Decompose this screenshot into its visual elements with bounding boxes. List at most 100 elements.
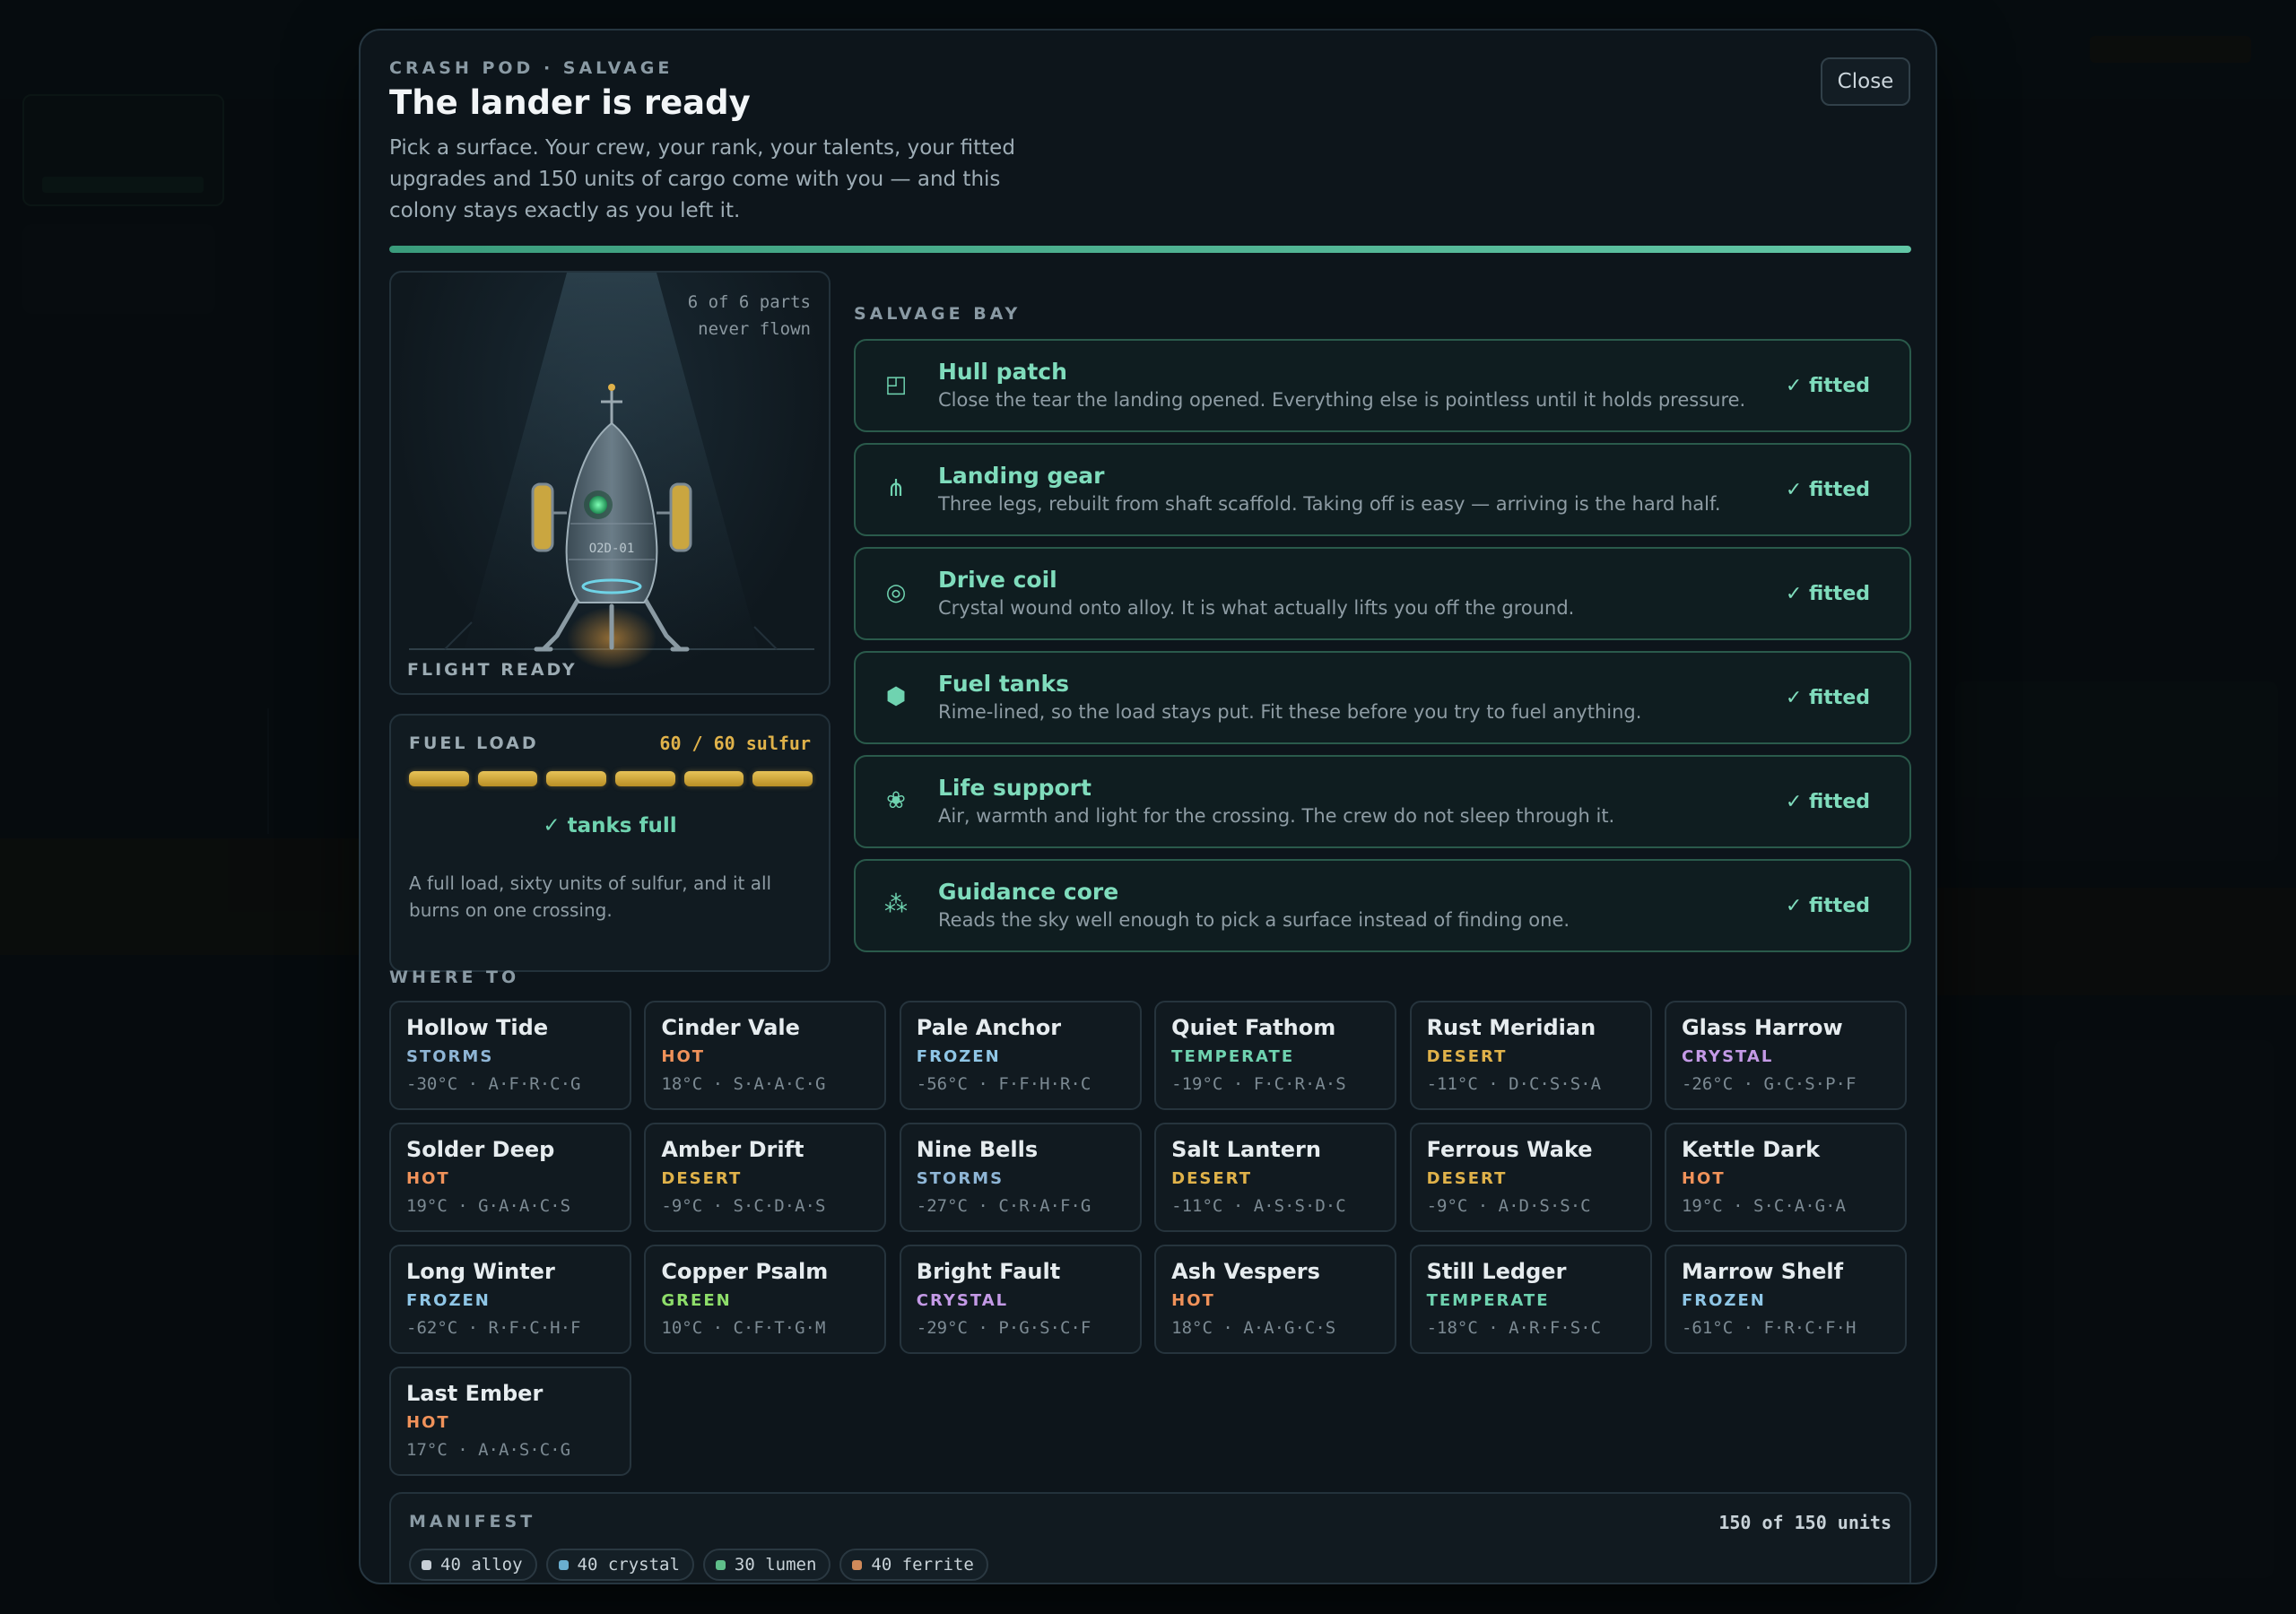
destination-name: Quiet Fathom <box>1171 1015 1336 1040</box>
fuel-cell <box>683 771 744 786</box>
destination-card[interactable]: Hollow Tide STORMS -30°C · A·F·R·C·G <box>389 1001 631 1110</box>
destination-card[interactable]: Ferrous Wake DESERT -9°C · A·D·S·S·C <box>1409 1123 1652 1232</box>
destination-card[interactable]: Ash Vespers HOT 18°C · A·A·G·C·S <box>1154 1245 1397 1354</box>
destination-card[interactable]: Kettle Dark HOT 19°C · S·C·A·G·A <box>1664 1123 1907 1232</box>
destination-climate: STORMS <box>406 1047 494 1066</box>
destination-climate: CRYSTAL <box>916 1291 1009 1310</box>
destination-card[interactable]: Long Winter FROZEN -62°C · R·F·C·H·F <box>389 1245 631 1354</box>
destination-climate: HOT <box>406 1413 450 1432</box>
destination-card[interactable]: Marrow Shelf FROZEN -61°C · F·R·C·F·H <box>1664 1245 1907 1354</box>
destination-card[interactable]: Solder Deep HOT 19°C · G·A·A·C·S <box>389 1123 631 1232</box>
salvage-part-card[interactable]: ❀ Life support Air, warmth and light for t… <box>854 755 1911 848</box>
separator: · <box>1467 1196 1499 1216</box>
destination-meta: -29°C · P·G·S·C·F <box>917 1318 1091 1338</box>
destination-climate: DESERT <box>1171 1169 1252 1188</box>
destination-climate: HOT <box>661 1047 706 1066</box>
lander-preview: O2D-01 6 of 6 parts never flown FLIGHT R… <box>389 271 831 695</box>
destination-card[interactable]: Quiet Fathom TEMPERATE -19°C · F·C·R·A·S <box>1154 1001 1397 1110</box>
separator: · <box>457 1074 489 1094</box>
destination-card[interactable]: Glass Harrow CRYSTAL -26°C · G·C·S·P·F <box>1664 1001 1907 1110</box>
salvage-part-card[interactable]: ⋔ Landing gear Three legs, rebuilt from sh… <box>854 443 1911 536</box>
destination-resource-codes: A·R·F·S·C <box>1509 1318 1602 1338</box>
destination-name: Amber Drift <box>661 1137 804 1162</box>
side-tank-left <box>531 482 554 552</box>
destination-name: Still Ledger <box>1426 1259 1567 1284</box>
destination-card[interactable]: Copper Psalm GREEN 10°C · C·F·T·G·M <box>644 1245 887 1354</box>
destination-resource-codes: F·F·H·R·C <box>998 1074 1091 1094</box>
destination-name: Ash Vespers <box>1171 1259 1320 1284</box>
destination-name: Cinder Vale <box>661 1015 800 1040</box>
destination-temperature: -62°C <box>406 1318 458 1338</box>
destination-resource-codes: A·D·S·S·C <box>1498 1196 1591 1216</box>
separator: · <box>967 1074 999 1094</box>
destination-temperature: -30°C <box>406 1074 458 1094</box>
destination-card[interactable]: Cinder Vale HOT 18°C · S·A·A·C·G <box>644 1001 887 1110</box>
destination-climate: DESERT <box>661 1169 743 1188</box>
destination-name: Salt Lantern <box>1171 1137 1321 1162</box>
separator: · <box>457 1318 489 1338</box>
destination-climate: CRYSTAL <box>1681 1047 1774 1066</box>
landing-gear-icon: ⋔ <box>886 475 906 502</box>
destination-resource-codes: A·S·S·D·C <box>1253 1196 1346 1216</box>
destination-card[interactable]: Amber Drift DESERT -9°C · S·C·D·A·S <box>644 1123 887 1232</box>
salvage-part-card[interactable]: ⬢ Fuel tanks Rime-lined, so the load stays… <box>854 651 1911 744</box>
destination-resource-codes: A·A·S·C·G <box>478 1440 571 1460</box>
cargo-color-swatch <box>715 1559 726 1570</box>
close-button[interactable]: Close <box>1821 57 1910 106</box>
salvage-part-card[interactable]: ◰ Hull patch Close the tear the landing op… <box>854 339 1911 432</box>
destination-card[interactable]: Rust Meridian DESERT -11°C · D·C·S·S·A <box>1409 1001 1652 1110</box>
side-tank-right <box>669 482 692 552</box>
separator: · <box>1477 1074 1509 1094</box>
salvage-part-card[interactable]: ⁂ Guidance core Reads the sky well enough … <box>854 859 1911 952</box>
parts-count: 6 of 6 parts never flown <box>688 289 811 343</box>
destination-resource-codes: F·C·R·A·S <box>1253 1074 1346 1094</box>
separator: · <box>447 1440 479 1460</box>
destination-card[interactable]: Bright Fault CRYSTAL -29°C · P·G·S·C·F <box>899 1245 1142 1354</box>
destination-card[interactable]: Nine Bells STORMS -27°C · C·R·A·F·G <box>899 1123 1142 1232</box>
destination-temperature: -19°C <box>1171 1074 1223 1094</box>
destination-meta: 17°C · A·A·S·C·G <box>406 1440 570 1460</box>
separator: · <box>1733 1318 1764 1338</box>
destination-meta: -19°C · F·C·R·A·S <box>1171 1074 1345 1094</box>
hull-patch-icon: ◰ <box>884 371 908 398</box>
fuel-note: A full load, sixty units of sulfur, and … <box>409 872 772 921</box>
destination-temperature: 17°C <box>406 1440 448 1460</box>
destination-card[interactable]: Last Ember HOT 17°C · A·A·S·C·G <box>389 1367 631 1476</box>
drive-coil-icon: ◎ <box>885 579 907 606</box>
part-description: Close the tear the landing opened. Every… <box>938 389 1746 411</box>
destination-meta: -26°C · G·C·S·P·F <box>1682 1074 1856 1094</box>
destination-card[interactable]: Pale Anchor FROZEN -56°C · F·F·H·R·C <box>899 1001 1142 1110</box>
life-support-icon: ❀ <box>886 787 906 814</box>
destination-meta: 10°C · C·F·T·G·M <box>661 1318 825 1338</box>
part-description: Three legs, rebuilt from shaft scaffold.… <box>938 493 1721 515</box>
destination-temperature: -27°C <box>916 1196 968 1216</box>
destination-climate: TEMPERATE <box>1171 1047 1295 1066</box>
destination-card[interactable]: Still Ledger TEMPERATE -18°C · A·R·F·S·C <box>1409 1245 1652 1354</box>
salvage-bay-list: ◰ Hull patch Close the tear the landing op… <box>854 339 1911 963</box>
destination-meta: -56°C · F·F·H·R·C <box>917 1074 1091 1094</box>
cargo-chips: 40 alloy 40 crystal 30 lumen 40 ferrite <box>409 1549 988 1581</box>
fuel-cell <box>477 771 538 786</box>
salvage-part-card[interactable]: ◎ Drive coil Crystal wound onto alloy. It … <box>854 547 1911 640</box>
part-description: Air, warmth and light for the crossing. … <box>938 805 1615 827</box>
destination-climate: STORMS <box>916 1169 1004 1188</box>
cargo-chip-label: 40 alloy <box>440 1555 523 1575</box>
destination-temperature: -11°C <box>1426 1074 1478 1094</box>
manifest-total: 150 of 150 units <box>1718 1512 1892 1533</box>
destination-temperature: -9°C <box>1426 1196 1468 1216</box>
part-name: Guidance core <box>938 879 1119 905</box>
destination-climate: TEMPERATE <box>1426 1291 1550 1310</box>
destination-meta: -11°C · A·S·S·D·C <box>1171 1196 1345 1216</box>
destination-climate: HOT <box>406 1169 450 1188</box>
destination-temperature: 19°C <box>1681 1196 1723 1216</box>
cargo-chip: 40 ferrite <box>839 1549 988 1581</box>
destination-resource-codes: A·A·G·C·S <box>1243 1318 1336 1338</box>
destination-card[interactable]: Salt Lantern DESERT -11°C · A·S·S·D·C <box>1154 1123 1397 1232</box>
destination-name: Rust Meridian <box>1426 1015 1596 1040</box>
cargo-chip-label: 30 lumen <box>734 1555 817 1575</box>
part-description: Reads the sky well enough to pick a surf… <box>938 909 1570 931</box>
destination-climate: FROZEN <box>916 1047 1001 1066</box>
part-name: Drive coil <box>938 567 1057 593</box>
destination-name: Nine Bells <box>916 1137 1039 1162</box>
destination-temperature: -56°C <box>916 1074 968 1094</box>
